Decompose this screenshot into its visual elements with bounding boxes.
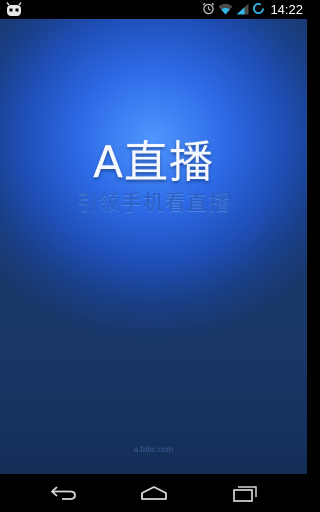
home-icon	[141, 486, 167, 500]
alarm-icon	[202, 0, 215, 19]
sync-icon	[252, 0, 265, 19]
app-title: A直播	[92, 137, 215, 188]
back-button[interactable]	[44, 481, 84, 505]
splash-background: A直播 引领手机看直播 a.fabc.com	[0, 19, 307, 474]
status-icons: 14:22	[202, 0, 303, 19]
splash-screen: 14:22 A直播 引领手机看直播 a.fabc.com	[0, 0, 307, 512]
back-icon	[51, 486, 76, 500]
recents-icon	[233, 486, 257, 502]
wifi-icon	[218, 0, 233, 19]
status-bar: 14:22	[0, 0, 307, 19]
app-slogan: 引领手机看直播	[76, 191, 231, 215]
site-url: a.fabc.com	[133, 445, 174, 454]
status-time: 14:22	[270, 2, 303, 17]
navigation-bar	[0, 474, 307, 512]
home-button[interactable]	[134, 481, 174, 505]
android-robot-icon	[4, 2, 24, 17]
recents-button[interactable]	[224, 481, 264, 505]
signal-icon	[236, 0, 249, 19]
